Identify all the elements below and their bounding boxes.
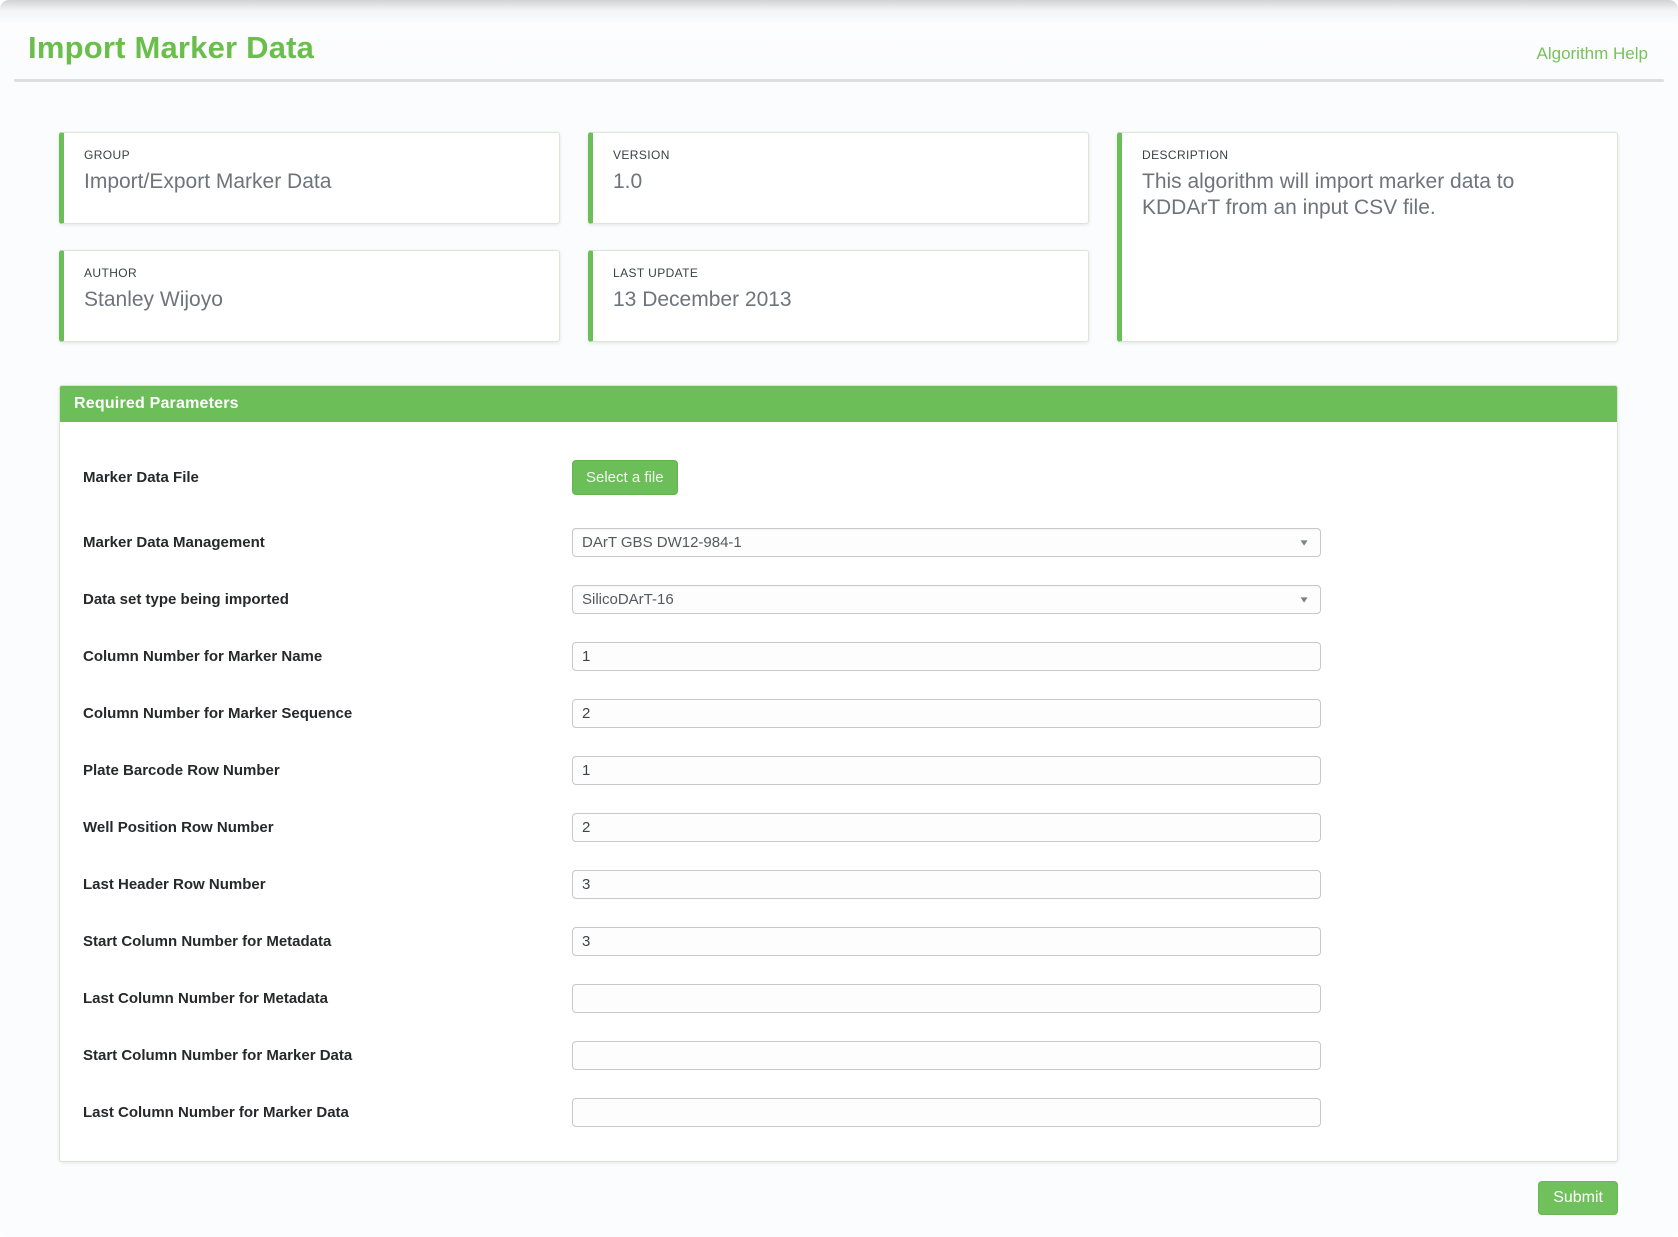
field-label: Marker Data File [83, 469, 572, 486]
column-number-marker-sequence-input[interactable] [572, 699, 1321, 728]
marker-data-management-select[interactable]: DArT GBS DW12-984-1 ▼ [572, 528, 1321, 557]
field-control [572, 699, 1321, 728]
field-control: SilicoDArT-16 ▼ [572, 585, 1321, 614]
submit-row: Submit [59, 1181, 1618, 1215]
page-header: Import Marker Data Algorithm Help [0, 0, 1678, 79]
field-control [572, 756, 1321, 785]
well-position-row-number-input[interactable] [572, 813, 1321, 842]
form-row-start-column-metadata: Start Column Number for Metadata [83, 927, 1617, 956]
select-value: SilicoDArT-16 [582, 591, 674, 608]
card-label: LAST UPDATE [613, 266, 1068, 280]
form-row-marker-data-management: Marker Data Management DArT GBS DW12-984… [83, 528, 1617, 557]
card-label: VERSION [613, 148, 1068, 162]
field-label: Marker Data Management [83, 534, 572, 551]
column-number-marker-name-input[interactable] [572, 642, 1321, 671]
select-value: DArT GBS DW12-984-1 [582, 534, 742, 551]
form-row-last-column-marker-data: Last Column Number for Marker Data [83, 1098, 1617, 1127]
info-card-version: VERSION 1.0 [588, 132, 1089, 224]
info-card-last-update: LAST UPDATE 13 December 2013 [588, 250, 1089, 342]
form-row-last-column-metadata: Last Column Number for Metadata [83, 984, 1617, 1013]
import-marker-data-page: Import Marker Data Algorithm Help GROUP … [0, 0, 1678, 1237]
field-label: Start Column Number for Metadata [83, 933, 572, 950]
form-row-plate-barcode-row-number: Plate Barcode Row Number [83, 756, 1617, 785]
field-label: Last Header Row Number [83, 876, 572, 893]
field-control [572, 813, 1321, 842]
form-row-column-number-marker-sequence: Column Number for Marker Sequence [83, 699, 1617, 728]
field-label: Plate Barcode Row Number [83, 762, 572, 779]
chevron-down-icon: ▼ [1298, 594, 1310, 605]
page-title: Import Marker Data [28, 30, 314, 66]
field-label: Well Position Row Number [83, 819, 572, 836]
field-label: Last Column Number for Marker Data [83, 1104, 572, 1121]
card-value: Stanley Wijoyo [84, 287, 524, 313]
required-parameters-panel: Required Parameters Marker Data File Sel… [59, 385, 1618, 1162]
plate-barcode-row-number-input[interactable] [572, 756, 1321, 785]
select-file-button[interactable]: Select a file [572, 460, 678, 495]
card-label: AUTHOR [84, 266, 539, 280]
field-control [572, 642, 1321, 671]
form-row-start-column-marker-data: Start Column Number for Marker Data [83, 1041, 1617, 1070]
field-control [572, 1041, 1321, 1070]
last-header-row-number-input[interactable] [572, 870, 1321, 899]
info-card-group: GROUP Import/Export Marker Data [59, 132, 560, 224]
field-control [572, 984, 1321, 1013]
form-row-last-header-row-number: Last Header Row Number [83, 870, 1617, 899]
header-divider [14, 79, 1664, 82]
card-value: Import/Export Marker Data [84, 169, 524, 195]
field-label: Column Number for Marker Sequence [83, 705, 572, 722]
start-column-metadata-input[interactable] [572, 927, 1321, 956]
field-label: Start Column Number for Marker Data [83, 1047, 572, 1064]
field-label: Data set type being imported [83, 591, 572, 608]
required-parameters-body: Marker Data File Select a file Marker Da… [60, 422, 1617, 1161]
card-label: DESCRIPTION [1142, 148, 1597, 162]
start-column-marker-data-input[interactable] [572, 1041, 1321, 1070]
form-row-marker-data-file: Marker Data File Select a file [83, 460, 1617, 495]
field-control [572, 1098, 1321, 1127]
info-card-description: DESCRIPTION This algorithm will import m… [1117, 132, 1618, 342]
form-row-column-number-marker-name: Column Number for Marker Name [83, 642, 1617, 671]
info-card-author: AUTHOR Stanley Wijoyo [59, 250, 560, 342]
field-control: Select a file [572, 460, 1321, 495]
field-control [572, 927, 1321, 956]
info-cards: GROUP Import/Export Marker Data VERSION … [59, 132, 1618, 342]
last-column-metadata-input[interactable] [572, 984, 1321, 1013]
card-label: GROUP [84, 148, 539, 162]
algorithm-help-link[interactable]: Algorithm Help [1537, 44, 1649, 66]
data-set-type-select[interactable]: SilicoDArT-16 ▼ [572, 585, 1321, 614]
form-row-well-position-row-number: Well Position Row Number [83, 813, 1617, 842]
chevron-down-icon: ▼ [1298, 537, 1310, 548]
form-row-data-set-type: Data set type being imported SilicoDArT-… [83, 585, 1617, 614]
card-value: 13 December 2013 [613, 287, 1053, 313]
field-control: DArT GBS DW12-984-1 ▼ [572, 528, 1321, 557]
field-label: Last Column Number for Metadata [83, 990, 572, 1007]
last-column-marker-data-input[interactable] [572, 1098, 1321, 1127]
field-label: Column Number for Marker Name [83, 648, 572, 665]
submit-button[interactable]: Submit [1538, 1181, 1618, 1215]
required-parameters-header: Required Parameters [60, 386, 1617, 422]
field-control [572, 870, 1321, 899]
card-value: This algorithm will import marker data t… [1142, 169, 1582, 222]
card-value: 1.0 [613, 169, 1053, 195]
